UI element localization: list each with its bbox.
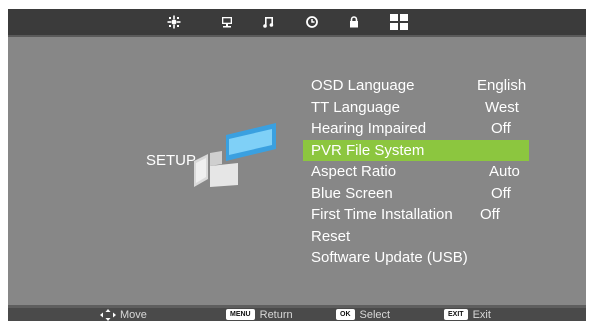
hint-select-label: Select	[359, 308, 391, 321]
setup-grid-icon[interactable]	[388, 11, 410, 33]
lock-icon[interactable]	[343, 11, 365, 33]
menu-key: MENU	[226, 309, 255, 320]
hint-exit: EXIT Exit	[444, 308, 491, 321]
menu-item-value: Off	[491, 120, 511, 137]
ok-key: OK	[336, 309, 355, 320]
hint-move: Move	[100, 308, 147, 321]
hint-select: OK Select	[336, 308, 390, 321]
menu-item-value: English	[477, 77, 527, 94]
exit-key: EXIT	[444, 309, 468, 320]
menu-item-label: PVR File System	[311, 141, 425, 159]
menu-item-label: OSD Language	[311, 77, 415, 94]
menu-item-value: Off	[480, 206, 500, 223]
menu-category-bar	[8, 9, 586, 35]
menu-item-value: Auto	[489, 163, 520, 180]
menu-item-label: Hearing Impaired	[311, 120, 427, 137]
tv-osd-frame: SETUP OSD Language English TT Language W…	[8, 9, 586, 321]
menu-item-reset[interactable]: Reset	[303, 226, 529, 248]
help-bar: Move MENU Return OK Select EXIT Exit	[8, 308, 586, 321]
menu-item-label: Reset	[311, 227, 351, 245]
hint-return-label: Return	[259, 308, 293, 321]
menu-item-first-time-installation[interactable]: First Time Installation Off	[303, 204, 529, 226]
menu-item-label: Blue Screen	[311, 184, 393, 202]
menu-item-label: TT Language	[311, 98, 400, 116]
menu-item-label: Aspect Ratio	[311, 163, 397, 180]
menu-item-label: Software Update (USB)	[311, 249, 468, 266]
music-note-icon[interactable]	[258, 11, 280, 33]
picture-icon[interactable]	[163, 11, 185, 33]
menu-item-hearing-impaired[interactable]: Hearing Impaired Off	[303, 118, 529, 140]
menu-item-pvr-file-system[interactable]: PVR File System	[303, 139, 529, 161]
menu-item-tt-language[interactable]: TT Language West	[303, 97, 529, 119]
divider	[8, 35, 586, 37]
menu-item-value: Off	[491, 184, 511, 202]
hint-move-label: Move	[120, 308, 147, 321]
menu-item-value: West	[485, 98, 519, 116]
hint-exit-label: Exit	[472, 308, 491, 321]
menu-item-aspect-ratio[interactable]: Aspect Ratio Auto	[303, 161, 529, 183]
clock-icon[interactable]	[301, 11, 323, 33]
dpad-arrows-icon	[100, 308, 116, 321]
menu-item-blue-screen[interactable]: Blue Screen Off	[303, 183, 529, 205]
hint-return: MENU Return	[226, 308, 293, 321]
menu-item-label: First Time Installation	[311, 206, 453, 223]
monitor-icon[interactable]	[216, 11, 238, 33]
setup-menu: OSD Language English TT Language West He…	[303, 75, 529, 269]
menu-item-osd-language[interactable]: OSD Language English	[303, 75, 529, 97]
menu-item-software-update-usb[interactable]: Software Update (USB)	[303, 247, 529, 269]
setup-logo-icon	[186, 121, 276, 192]
